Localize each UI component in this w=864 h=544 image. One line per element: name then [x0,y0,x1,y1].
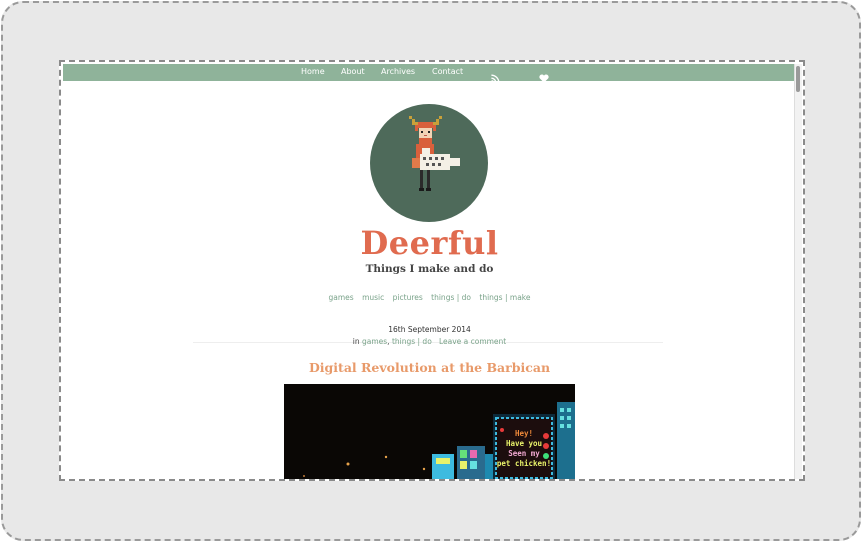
top-navbar: Home About Archives Contact [63,64,798,83]
category-link-things-make[interactable]: things | make [479,293,530,302]
site-tagline: Things I make and do [365,263,494,275]
category-link-pictures[interactable]: pictures [393,293,423,302]
category-nav: games music pictures things | do things … [61,293,798,302]
post-date: 16th September 2014 [388,325,471,334]
sign-line-2: Have you [506,439,542,448]
post-category-games[interactable]: games [362,337,387,346]
post-meta-comma: , [387,337,390,346]
site-title[interactable]: Deerful [61,224,798,262]
heart-icon[interactable] [539,68,549,83]
post-meta: in games, things | do Leave a comment [61,337,798,346]
pixel-deer-girl-icon [409,116,460,191]
site-avatar[interactable] [370,104,488,222]
category-link-things-do[interactable]: things | do [431,293,471,302]
post-title[interactable]: Digital Revolution at the Barbican [61,360,798,375]
page-viewport: Home About Archives Contact Deerful Thin… [59,60,805,481]
post-category-things-do[interactable]: things | do [392,337,432,346]
nav-home-link[interactable]: Home [301,67,325,76]
sign-line-4: pet chicken! [497,459,551,468]
scrollbar-thumb[interactable] [796,66,800,92]
leave-comment-link[interactable]: Leave a comment [439,337,506,346]
nav-about-link[interactable]: About [341,67,365,76]
nav-contact-link[interactable]: Contact [432,67,463,76]
post-meta-prefix: in [352,337,360,346]
barbican-night-photo: Hey! Have you Seen my pet chicken! [284,384,575,479]
rss-icon[interactable] [491,68,500,83]
category-link-music[interactable]: music [362,293,384,302]
sign-line-3: Seen my [508,449,540,458]
nav-archives-link[interactable]: Archives [381,67,415,76]
sign-line-1: Hey! [515,429,533,438]
category-link-games[interactable]: games [329,293,354,302]
post-image[interactable]: Hey! Have you Seen my pet chicken! [284,384,575,479]
